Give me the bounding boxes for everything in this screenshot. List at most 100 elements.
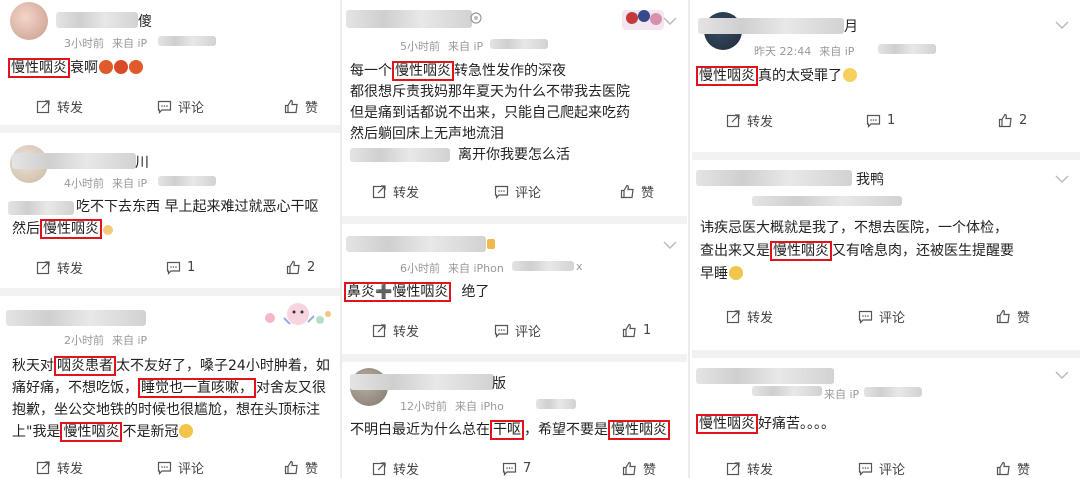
username-fragment[interactable]: 版 <box>492 373 506 393</box>
comment-label: 评论 <box>515 185 542 201</box>
username-blurred <box>346 236 486 252</box>
avatar[interactable] <box>10 2 48 40</box>
post-source: 来自 iPho <box>455 400 504 413</box>
like-button[interactable]: 1 <box>622 316 651 344</box>
post-source: 来自 iP <box>112 334 148 347</box>
post-body-line: 离开你我要怎么活 <box>458 147 570 163</box>
mention-blurred <box>8 201 74 215</box>
comment-count: 7 <box>523 460 532 476</box>
column-divider <box>688 0 690 478</box>
repost-button[interactable]: 转发 <box>372 177 419 205</box>
post-text: 转急性发作的深夜 <box>454 63 566 79</box>
repost-button[interactable]: 转发 <box>36 453 83 478</box>
post-text: 不是新冠 <box>122 424 179 440</box>
username-blurred <box>698 18 844 34</box>
post-text: 痛好痛，不想吃饭， <box>12 380 138 396</box>
like-label: 赞 <box>1017 462 1031 478</box>
post-time: 2小时前 <box>64 334 104 347</box>
emoji-icon <box>129 60 143 74</box>
post-card[interactable]: 5小时前 来自 iP 每一个 慢性咽炎 转急性发作的深夜 都很想斥责我妈那年夏天为什么… <box>342 0 687 216</box>
post-body-line: 每一个 慢性咽炎 转急性发作的深夜 <box>350 61 566 82</box>
comment-count: 1 <box>187 259 196 275</box>
post-text: 太不友好了，嗓子24小时肿着，如 <box>116 358 330 374</box>
username-fragment[interactable]: 川 <box>135 152 149 172</box>
username-fragment[interactable]: 我鸭 <box>856 169 884 189</box>
post-text: 每一个 <box>350 63 392 79</box>
repost-button[interactable]: 转发 <box>372 454 419 478</box>
comment-button[interactable]: 评论 <box>858 302 905 330</box>
chevron-down-icon[interactable] <box>1054 20 1070 30</box>
post-actions: 转发 1 2 <box>0 253 340 281</box>
like-label: 赞 <box>643 462 657 478</box>
repost-label: 转发 <box>747 310 774 326</box>
username-fragment[interactable]: 月 <box>844 16 858 36</box>
like-button[interactable]: 2 <box>286 253 315 281</box>
repost-button[interactable]: 转发 <box>36 253 83 281</box>
comment-button[interactable]: 评论 <box>858 454 905 478</box>
keyword-highlight: 睡觉也一直咳嗽， <box>138 378 256 398</box>
like-button[interactable]: 赞 <box>996 454 1030 478</box>
like-button[interactable]: 2 <box>998 106 1027 134</box>
thumbs-up-icon <box>286 260 300 274</box>
source-blurred <box>536 399 576 409</box>
comment-button[interactable]: 评论 <box>157 92 204 120</box>
like-count: 2 <box>1019 112 1028 128</box>
username-blurred <box>346 10 472 28</box>
post-actions: 转发 评论 1 <box>342 316 687 344</box>
repost-button[interactable]: 转发 <box>726 454 773 478</box>
like-label: 赞 <box>305 461 319 477</box>
repost-button[interactable]: 转发 <box>372 316 419 344</box>
repost-icon <box>726 461 740 475</box>
repost-icon <box>36 460 50 474</box>
thumbs-up-icon <box>284 460 298 474</box>
source-blurred <box>864 387 922 397</box>
repost-button[interactable]: 转发 <box>726 106 773 134</box>
post-card[interactable]: 6小时前 来自 iPhon x 鼻炎➕慢性咽炎 绝了 转发 评论 1 <box>342 224 687 354</box>
comment-button[interactable]: 1 <box>166 253 195 281</box>
comment-button[interactable]: 1 <box>866 106 895 134</box>
emoji-icon <box>843 68 857 82</box>
repost-button[interactable]: 转发 <box>36 92 83 120</box>
comment-button[interactable]: 评论 <box>157 453 204 478</box>
mention-blurred <box>350 148 450 162</box>
badge-icon <box>470 12 482 24</box>
like-button[interactable]: 赞 <box>996 302 1030 330</box>
post-body-line: 痛好痛，不想吃饭， 睡觉也一直咳嗽， 对舍友又很 <box>12 378 326 399</box>
card-separator <box>342 216 687 224</box>
like-button[interactable]: 赞 <box>284 453 318 478</box>
username-fragment[interactable]: 傻 <box>138 11 152 31</box>
like-button[interactable]: 赞 <box>620 177 654 205</box>
chevron-down-icon[interactable] <box>1054 174 1070 184</box>
post-text: 上"我是 <box>12 424 61 440</box>
post-body-line: 但是痛到话都说不出来，只能自己爬起来吃药 <box>350 105 630 121</box>
comment-button[interactable]: 评论 <box>494 316 541 344</box>
post-text: 查出来又是 <box>700 243 770 259</box>
post-card[interactable]: 傻 3小时前 来自 iP 慢性咽炎 衰啊 转发 评论 赞 <box>0 0 340 125</box>
post-body-line: 吃不下去东西 早上起来难过就恶心干呕 <box>76 199 319 215</box>
post-card[interactable]: 版 12小时前 来自 iPho 不明白最近为什么总在 干呕 ，希望不要是 慢性咽炎 转发… <box>342 362 687 478</box>
comment-button[interactable]: 7 <box>502 454 531 478</box>
post-text: 早睡 <box>700 266 728 282</box>
source-blurred <box>158 176 216 186</box>
repost-icon <box>36 99 50 113</box>
post-actions: 转发 评论 赞 <box>692 454 1080 478</box>
like-button[interactable]: 赞 <box>622 454 656 478</box>
chevron-down-icon[interactable] <box>1054 370 1070 380</box>
username-blurred <box>56 12 138 28</box>
post-card[interactable]: 月 昨天 22:44 来自 iP 慢性咽炎 真的太受罪了 转发 1 2 <box>692 0 1080 152</box>
post-card[interactable]: 来自 iP 慢性咽炎 好痛苦。。。。 转发 评论 赞 <box>692 358 1080 478</box>
post-time: 6小时前 <box>400 262 440 275</box>
comment-button[interactable]: 评论 <box>494 177 541 205</box>
comment-label: 评论 <box>879 310 906 326</box>
keyword-highlight: 慢性咽炎 <box>770 241 832 261</box>
post-card[interactable]: 2小时前 来自 iP 秋天对 咽炎患者 太不友好了，嗓子24小时肿着，如 痛好痛，不想… <box>0 296 340 478</box>
keyword-highlight: 干呕 <box>490 420 524 440</box>
like-button[interactable]: 赞 <box>284 92 318 120</box>
post-card[interactable]: 川 4小时前 来自 iP 吃不下去东西 早上起来难过就恶心干呕 然后 慢性咽炎 转发… <box>0 133 340 288</box>
post-body-line: 都很想斥责我妈那年夏天为什么不带我去医院 <box>350 84 630 100</box>
post-card[interactable]: 我鸭 讳疾忌医大概就是我了，不想去医院，一个体检， 查出来又是 慢性咽炎 又有啥息肉… <box>692 160 1080 350</box>
chevron-down-icon[interactable] <box>662 240 678 250</box>
chevron-down-icon[interactable] <box>662 16 678 26</box>
repost-button[interactable]: 转发 <box>726 302 773 330</box>
post-meta: 4小时前 来自 iP <box>64 175 155 191</box>
